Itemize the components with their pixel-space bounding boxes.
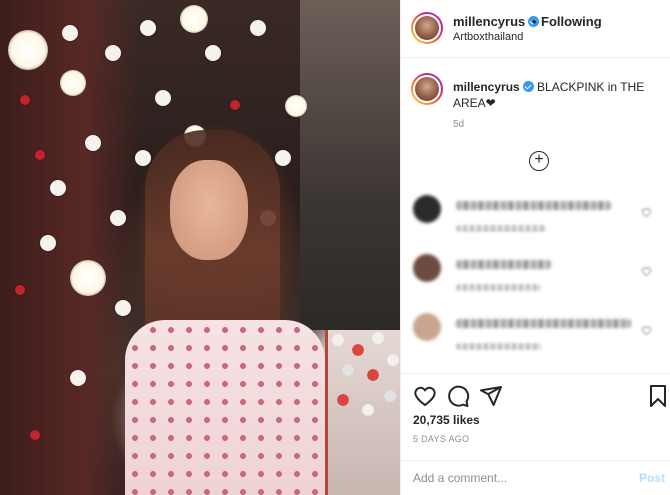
- rose: [110, 210, 126, 226]
- save-bookmark-icon[interactable]: [646, 384, 670, 408]
- rose: [85, 135, 101, 151]
- comment-text-blurred: [456, 319, 631, 328]
- separator-dot: •: [532, 14, 537, 29]
- rose: [155, 90, 171, 106]
- rose: [62, 25, 78, 41]
- dress: [125, 320, 325, 495]
- rose: [105, 45, 121, 61]
- post-header: millencyrus • Following Artboxthailand: [401, 0, 670, 58]
- comment-avatar[interactable]: [413, 254, 441, 282]
- rose: [40, 235, 56, 251]
- rose: [140, 20, 156, 36]
- heart-icon[interactable]: [641, 325, 652, 335]
- light-bulb: [70, 260, 106, 296]
- comment-text-blurred: [456, 260, 551, 269]
- rose: [50, 180, 66, 196]
- light-bulb: [8, 30, 48, 70]
- add-comment-bar: Post: [401, 460, 670, 495]
- post-image[interactable]: [0, 0, 400, 495]
- rose: [70, 370, 86, 386]
- heart-icon[interactable]: [641, 207, 652, 217]
- light-bulb: [180, 5, 208, 33]
- comment-avatar[interactable]: [413, 195, 441, 223]
- comment-bubble-icon[interactable]: [446, 384, 470, 408]
- post-panel: millencyrus • Following Artboxthailand m…: [400, 0, 670, 495]
- like-heart-icon[interactable]: [413, 384, 437, 408]
- comment-row: [401, 254, 670, 306]
- caption-avatar[interactable]: [411, 73, 443, 105]
- avatar[interactable]: [411, 12, 443, 44]
- following-button[interactable]: Following: [541, 14, 602, 29]
- comment-meta-blurred: [456, 284, 541, 291]
- comment-text-blurred: [456, 201, 611, 210]
- ball-pit: [325, 330, 400, 495]
- load-more-comments-icon[interactable]: +: [529, 151, 549, 171]
- share-send-icon[interactable]: [479, 384, 503, 408]
- post-timestamp[interactable]: 5 DAYS AGO: [413, 434, 469, 444]
- caption-username[interactable]: millencyrus: [453, 80, 520, 94]
- comment-row: [401, 313, 670, 365]
- heart-icon[interactable]: [641, 266, 652, 276]
- rose: [35, 150, 45, 160]
- rose: [115, 300, 131, 316]
- caption-age[interactable]: 5d: [453, 119, 464, 130]
- mirror-wall: [300, 0, 400, 330]
- add-comment-input[interactable]: [413, 469, 613, 487]
- rose: [275, 150, 291, 166]
- location-link[interactable]: Artboxthailand: [453, 31, 523, 43]
- comment-meta-blurred: [456, 343, 541, 350]
- likes-count[interactable]: 20,735 likes: [413, 413, 480, 427]
- username[interactable]: millencyrus: [453, 14, 525, 29]
- rose: [135, 150, 151, 166]
- verified-badge-icon: [522, 81, 534, 92]
- face: [170, 160, 248, 260]
- header-username-link[interactable]: millencyrus: [453, 14, 540, 29]
- rose: [205, 45, 221, 61]
- comment-row: [401, 195, 670, 247]
- light-bulb: [285, 95, 307, 117]
- rose: [20, 95, 30, 105]
- rose: [30, 430, 40, 440]
- rose: [230, 100, 240, 110]
- comment-meta-blurred: [456, 225, 546, 232]
- caption-text: millencyrus BLACKPINK in THE AREA❤: [453, 79, 663, 111]
- comment-avatar[interactable]: [413, 313, 441, 341]
- rose: [250, 20, 266, 36]
- light-bulb: [60, 70, 86, 96]
- post-comment-button[interactable]: Post: [639, 471, 665, 485]
- rose: [15, 285, 25, 295]
